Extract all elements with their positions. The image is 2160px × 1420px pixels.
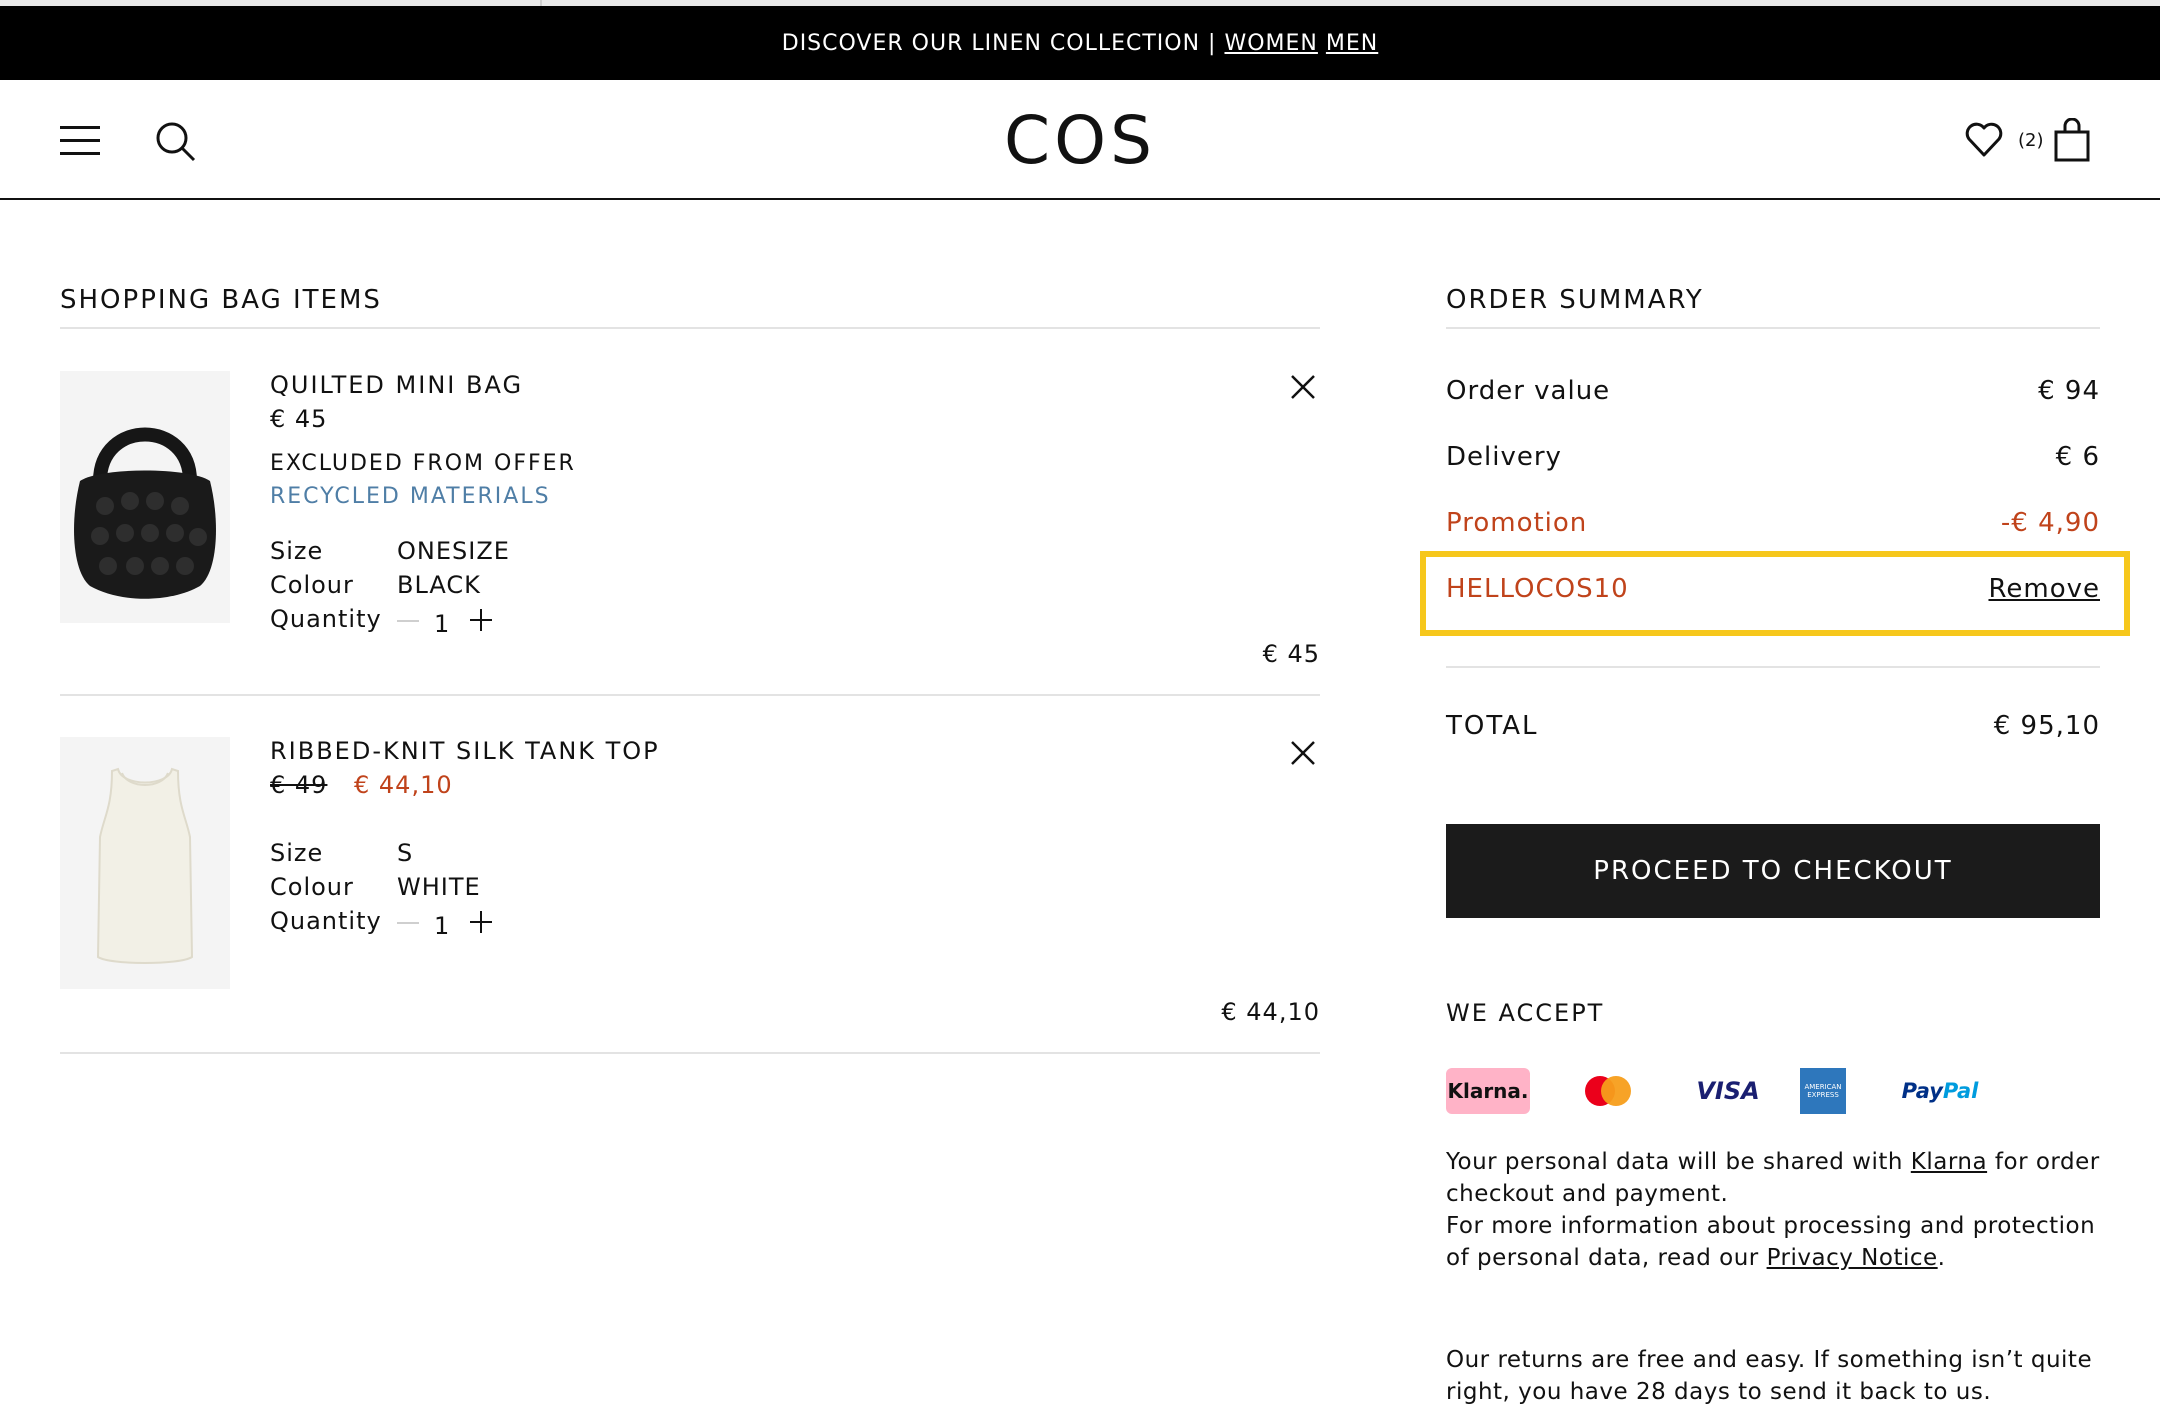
quantity-value: 1 xyxy=(434,610,450,638)
bag-title: SHOPPING BAG ITEMS xyxy=(60,285,382,315)
size-label: Size xyxy=(270,537,324,565)
mastercard-logo xyxy=(1585,1076,1631,1106)
men-link[interactable]: MEN xyxy=(1326,31,1378,56)
paypal-logo: Pay Pal xyxy=(1890,1068,1990,1114)
privacy-notice-link[interactable]: Privacy Notice xyxy=(1767,1245,1938,1271)
amex-logo: AMERICAN EXPRESS xyxy=(1800,1068,1846,1114)
total-row: TOTAL € 95,10 xyxy=(1446,711,2100,741)
promotion-amount: -€ 4,90 xyxy=(2000,508,2100,538)
promotion-row: Promotion -€ 4,90 xyxy=(1446,508,2100,538)
delivery-row: Delivery € 6 xyxy=(1446,442,2100,472)
summary-divider xyxy=(1446,666,2100,668)
coupon-code: HELLOCOS10 xyxy=(1446,574,1629,604)
remove-coupon-link[interactable]: Remove xyxy=(1988,574,2100,604)
item-divider xyxy=(60,1052,1320,1054)
site-header: COS (2) xyxy=(0,80,2160,200)
size-label: Size xyxy=(270,839,324,867)
proceed-to-checkout-button[interactable]: PROCEED TO CHECKOUT xyxy=(1446,824,2100,918)
item-divider xyxy=(60,694,1320,696)
cos-logo[interactable]: COS xyxy=(980,102,1180,179)
colour-value: BLACK xyxy=(397,571,481,599)
delivery-label: Delivery xyxy=(1446,442,1562,472)
item-name[interactable]: QUILTED MINI BAG xyxy=(270,371,523,399)
order-value-amount: € 94 xyxy=(2038,376,2100,406)
promotion-label: Promotion xyxy=(1446,508,1588,538)
colour-label: Colour xyxy=(270,571,354,599)
colour-value: WHITE xyxy=(397,873,481,901)
recycled-tag: RECYCLED MATERIALS xyxy=(270,484,551,509)
total-amount: € 95,10 xyxy=(1993,711,2100,741)
klarna-link[interactable]: Klarna xyxy=(1911,1149,1987,1175)
item-sale-price: € 44,10 xyxy=(354,771,453,799)
quantity-decrease-button[interactable] xyxy=(397,922,419,924)
search-icon[interactable] xyxy=(154,120,198,164)
remove-item-icon[interactable] xyxy=(1290,374,1316,400)
quantity-decrease-button[interactable] xyxy=(397,620,419,622)
quantity-increase-button[interactable] xyxy=(470,911,492,933)
promo-banner: DISCOVER OUR LINEN COLLECTION | WOMEN ME… xyxy=(0,6,2160,80)
personal-data-notice: Your personal data will be shared with K… xyxy=(1446,1146,2106,1274)
delivery-amount: € 6 xyxy=(2055,442,2100,472)
order-value-row: Order value € 94 xyxy=(1446,376,2100,406)
visa-logo: VISA xyxy=(1696,1077,1760,1105)
klarna-logo: Klarna. xyxy=(1446,1068,1530,1114)
menu-icon[interactable] xyxy=(60,126,100,156)
we-accept-title: WE ACCEPT xyxy=(1446,999,1605,1027)
remove-item-icon[interactable] xyxy=(1290,740,1316,766)
line-total: € 45 xyxy=(1262,640,1320,668)
bag-count[interactable]: (2) xyxy=(2018,130,2044,151)
quantity-label: Quantity xyxy=(270,605,382,633)
heart-icon[interactable] xyxy=(1964,120,2004,160)
order-value-label: Order value xyxy=(1446,376,1611,406)
bag-icon[interactable] xyxy=(2054,118,2090,162)
total-label: TOTAL xyxy=(1446,711,1539,741)
bag-title-rule xyxy=(60,327,1320,329)
colour-label: Colour xyxy=(270,873,354,901)
notice-text-a: Your personal data will be shared with xyxy=(1446,1149,1903,1175)
paypal-pay: Pay xyxy=(1901,1079,1943,1103)
item-name[interactable]: RIBBED-KNIT SILK TANK TOP xyxy=(270,737,660,765)
promo-text: DISCOVER OUR LINEN COLLECTION | xyxy=(781,30,1217,56)
item-price: € 45 xyxy=(270,405,328,433)
women-link[interactable]: WOMEN xyxy=(1224,31,1317,56)
size-value: S xyxy=(397,839,414,867)
size-value: ONESIZE xyxy=(397,537,510,565)
coupon-row: HELLOCOS10 Remove xyxy=(1446,574,2100,604)
tank-top-image[interactable] xyxy=(60,737,230,989)
paypal-pal: Pal xyxy=(1942,1079,1979,1103)
item-original-price: € 49 xyxy=(270,771,328,799)
quantity-increase-button[interactable] xyxy=(470,609,492,631)
summary-title-rule xyxy=(1446,327,2100,329)
line-total: € 44,10 xyxy=(1221,998,1320,1026)
notice-text-d: . xyxy=(1937,1245,1946,1271)
quantity-label: Quantity xyxy=(270,907,382,935)
summary-title: ORDER SUMMARY xyxy=(1446,285,1704,315)
quantity-value: 1 xyxy=(434,912,450,940)
excluded-note: EXCLUDED FROM OFFER xyxy=(270,451,576,476)
returns-text: Our returns are free and easy. If someth… xyxy=(1446,1347,2093,1405)
quilted-bag-image[interactable] xyxy=(60,371,230,623)
